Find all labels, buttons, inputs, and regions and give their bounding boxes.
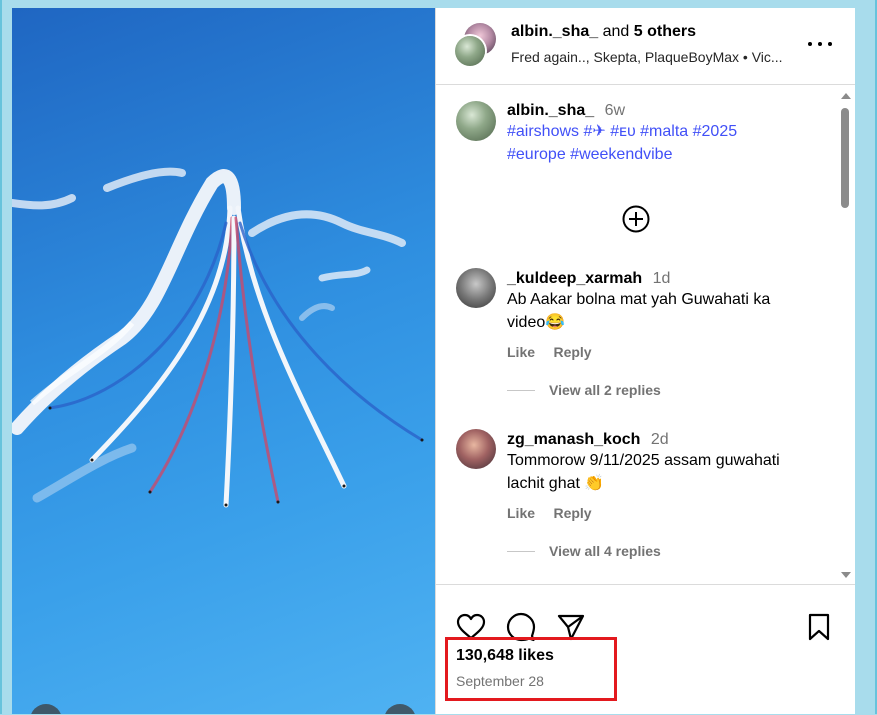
post-media[interactable] <box>12 8 435 714</box>
view-replies-button[interactable]: View all 2 replies <box>507 382 827 400</box>
author-username[interactable]: albin._sha_ <box>511 23 598 40</box>
comment-text-line-2: lachit ghat 👏 <box>507 475 605 492</box>
view-replies-button[interactable]: View all 4 replies <box>507 543 827 561</box>
avatar[interactable] <box>456 429 496 469</box>
scroll-up-icon[interactable] <box>839 89 853 101</box>
load-more-comments-button[interactable] <box>622 205 650 233</box>
more-options-button[interactable] <box>808 34 832 54</box>
likes-count[interactable]: 130,648 likes <box>456 647 554 665</box>
caption-username[interactable]: albin._sha_ <box>507 102 594 119</box>
post-panel: albin._sha_ and 5 others Fred again.., S… <box>435 8 855 714</box>
post-actions: 130,648 likes September 28 <box>436 584 855 715</box>
scroll-down-icon[interactable] <box>839 570 853 582</box>
scrollbar-thumb[interactable] <box>841 108 849 208</box>
avatar[interactable] <box>456 268 496 308</box>
divider <box>507 551 535 553</box>
plus-circle-icon <box>622 205 650 233</box>
divider <box>507 390 535 392</box>
authors-joiner: and <box>602 23 630 40</box>
post-authors: albin._sha_ and 5 others <box>511 23 696 41</box>
bookmark-icon[interactable] <box>807 613 831 641</box>
audio-attribution[interactable]: Fred again.., Skepta, PlaqueBoyMax • Vic… <box>511 49 801 65</box>
reply-button[interactable]: Reply <box>553 344 591 360</box>
comment: zg_manash_koch 2d Tommorow 9/11/2025 ass… <box>507 431 827 561</box>
comments-section[interactable]: albin._sha_ 6w #airshows #✈ #ᴇᴜ #malta #… <box>436 85 855 585</box>
others-link[interactable]: 5 others <box>634 23 696 40</box>
avatar[interactable] <box>456 101 496 141</box>
comment-username[interactable]: zg_manash_koch <box>507 431 640 448</box>
avatar[interactable] <box>455 36 485 66</box>
post-header: albin._sha_ and 5 others Fred again.., S… <box>436 8 855 85</box>
view-replies-label: View all 2 replies <box>549 382 661 398</box>
comment-timestamp: 2d <box>650 431 669 448</box>
comment-text-line-1: Ab Aakar bolna mat yah Guwahati ka <box>507 291 771 308</box>
view-replies-label: View all 4 replies <box>549 543 661 559</box>
comment-username[interactable]: _kuldeep_xarmah <box>507 270 642 287</box>
comment-text-line-1: Tommorow 9/11/2025 assam guwahati <box>507 452 780 469</box>
comment: _kuldeep_xarmah 1d Ab Aakar bolna mat ya… <box>507 270 827 400</box>
airshow-image <box>12 167 424 508</box>
caption-hashtags-line-1[interactable]: #airshows #✈ #ᴇᴜ #malta #2025 <box>507 120 827 143</box>
reply-button[interactable]: Reply <box>553 505 591 521</box>
post-date[interactable]: September 28 <box>456 673 544 689</box>
like-comment-button[interactable]: Like <box>507 505 535 521</box>
comment-timestamp: 1d <box>652 270 671 287</box>
caption-hashtags-line-2[interactable]: #europe #weekendvibe <box>507 143 827 166</box>
like-comment-button[interactable]: Like <box>507 344 535 360</box>
caption-timestamp: 6w <box>604 102 626 119</box>
more-icon <box>808 42 812 46</box>
comment-text-line-2: video😂 <box>507 314 566 331</box>
caption: albin._sha_ 6w #airshows #✈ #ᴇᴜ #malta #… <box>507 102 827 166</box>
